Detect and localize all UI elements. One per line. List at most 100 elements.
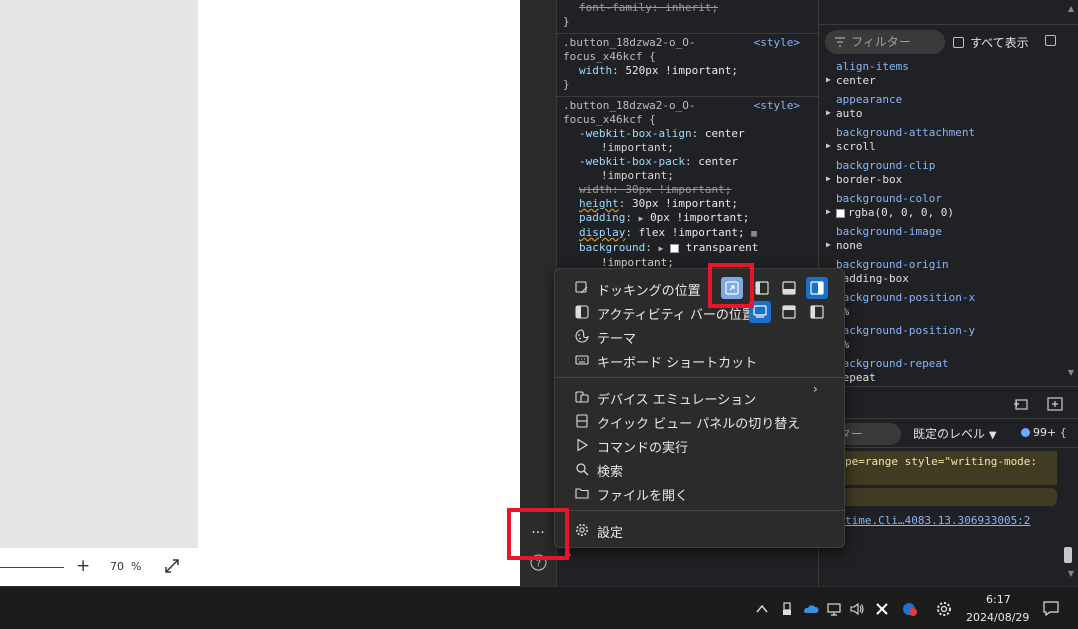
- expand-triangle-icon[interactable]: ▶: [826, 141, 831, 150]
- computed-property[interactable]: ▶background-position-y0%: [826, 324, 975, 352]
- computed-property[interactable]: ▶ align-items center: [826, 60, 909, 88]
- volume-icon[interactable]: [849, 601, 865, 617]
- new-style-rule-icon[interactable]: [1013, 396, 1029, 412]
- console-source-link[interactable]: time.Cli…4083.13.306933005:2: [845, 514, 1030, 527]
- style-declaration[interactable]: width: 520px !important;: [563, 64, 812, 78]
- network-icon[interactable]: [826, 601, 842, 617]
- decl-continuation: !important;: [601, 141, 674, 154]
- style-rule: font-family: inherit; }: [557, 0, 818, 34]
- dock-bottom-button[interactable]: [778, 277, 800, 299]
- windows-taskbar: 6:17 2024/08/29: [0, 586, 1078, 629]
- menu-item-search[interactable]: 検索: [555, 457, 844, 481]
- menu-item-label: 検索: [597, 465, 624, 480]
- console-warning-row[interactable]: [819, 488, 1057, 506]
- highlight-box-undock: [708, 263, 754, 308]
- style-declaration[interactable]: padding: ▶ 0px !important;: [563, 211, 812, 226]
- scroll-down-icon[interactable]: ▼: [1068, 569, 1074, 578]
- color-swatch-icon[interactable]: [669, 243, 679, 253]
- highlight-box-more-options: [507, 508, 569, 560]
- color-swatch-icon[interactable]: [836, 208, 845, 218]
- app-tray-icon[interactable]: [902, 601, 918, 617]
- expand-triangle-icon[interactable]: ▶: [826, 240, 831, 249]
- computed-property[interactable]: ▶background-repeatrepeat: [826, 357, 949, 385]
- menu-item-device-emulation[interactable]: デバイス エミュレーション: [555, 385, 844, 409]
- chevron-down-icon: ▼: [988, 430, 997, 441]
- computed-filter-input[interactable]: フィルター: [825, 30, 945, 54]
- style-declaration-overridden[interactable]: width: 30px !important;: [563, 183, 812, 197]
- computed-property-name: appearance: [836, 93, 903, 106]
- menu-item-quick-view[interactable]: クイック ビュー パネルの切り替え: [555, 409, 844, 433]
- zoom-in-button[interactable]: +: [76, 556, 90, 576]
- dock-left-icon: [755, 281, 769, 295]
- dock-right-icon: [810, 281, 824, 295]
- style-declaration[interactable]: height: 30px !important;: [563, 197, 812, 211]
- menu-item-open-file[interactable]: ファイルを開く: [555, 481, 844, 505]
- computed-property[interactable]: ▶ background-color rgba(0, 0, 0, 0): [826, 192, 954, 220]
- customize-devtools-menu: ドッキングの位置 アクティビティ バーの位置 テーマ › キーボード ショートカ…: [554, 268, 845, 548]
- decl-value: flex !important;: [638, 226, 745, 239]
- menu-item-activity-bar: アクティビティ バーの位置: [555, 300, 844, 324]
- decl-value: center: [698, 155, 738, 168]
- issues-badge[interactable]: 99+ {: [1021, 426, 1067, 439]
- expand-triangle-icon[interactable]: ▶: [826, 108, 831, 117]
- onedrive-icon[interactable]: [803, 601, 819, 617]
- computed-property[interactable]: ▶ background-image none: [826, 225, 942, 253]
- checkbox-icon: [953, 37, 964, 48]
- dock-bottom-icon: [782, 281, 796, 295]
- computed-property[interactable]: ▶ appearance auto: [826, 93, 903, 121]
- style-declaration[interactable]: -webkit-box-pack: center: [563, 155, 812, 169]
- computed-property[interactable]: ▶ background-attachment scroll: [826, 126, 975, 154]
- dock-right-button[interactable]: [806, 277, 828, 299]
- dock-icon: [575, 281, 588, 294]
- decl-value: 30px !important;: [632, 197, 738, 210]
- expand-triangle-icon[interactable]: ▶: [826, 75, 831, 84]
- decl-prop: -webkit-box-align: [579, 127, 692, 140]
- expand-icon[interactable]: [164, 558, 180, 574]
- menu-item-label: ドッキングの位置: [597, 284, 701, 299]
- expand-triangle-icon[interactable]: ▶: [826, 207, 831, 216]
- style-declaration[interactable]: display: flex !important; ▦: [563, 226, 812, 241]
- menu-item-theme[interactable]: テーマ ›: [555, 324, 844, 396]
- computed-sidebar-icon[interactable]: [1047, 396, 1063, 412]
- rule-source-link[interactable]: <style>: [754, 99, 800, 112]
- scroll-down-icon[interactable]: ▼: [1068, 368, 1074, 377]
- expand-triangle-icon[interactable]: ▶: [826, 174, 831, 183]
- log-level-select[interactable]: 既定のレベル ▼: [913, 425, 997, 442]
- group-checkbox[interactable]: [1045, 35, 1056, 46]
- computed-property[interactable]: ▶background-originpadding-box: [826, 258, 949, 286]
- taskbar-date[interactable]: 2024/08/29: [966, 611, 1029, 624]
- scroll-up-icon[interactable]: ▲: [1068, 4, 1074, 13]
- decl-value: transparent: [685, 241, 759, 254]
- show-all-checkbox[interactable]: すべて表示: [953, 34, 1029, 51]
- log-level-label: 既定のレベル: [913, 427, 986, 441]
- page-canvas-gray: [0, 0, 198, 586]
- console-warning-row[interactable]: pe=range style="writing-mode:: [819, 451, 1057, 485]
- close-icon[interactable]: [874, 601, 890, 617]
- style-declaration[interactable]: font-family: inherit;: [563, 1, 812, 15]
- taskbar-time[interactable]: 6:17: [986, 593, 1011, 606]
- menu-item-label: デバイス エミュレーション: [597, 393, 757, 408]
- computed-property[interactable]: ▶ background-clip border-box: [826, 159, 935, 187]
- console-scrollbar[interactable]: [1064, 547, 1072, 563]
- style-declaration[interactable]: background: ▶ transparent: [563, 241, 812, 256]
- expand-triangle-icon[interactable]: ▶: [658, 242, 663, 256]
- dock-left-button[interactable]: [751, 277, 773, 299]
- gear-icon[interactable]: [936, 601, 952, 617]
- menu-item-settings[interactable]: 設定: [555, 518, 844, 542]
- console-toolbar: [819, 387, 1078, 419]
- expand-triangle-icon[interactable]: ▶: [639, 212, 644, 226]
- computed-property[interactable]: ▶background-position-x0%: [826, 291, 975, 319]
- style-declaration[interactable]: -webkit-box-align: center: [563, 127, 812, 141]
- menu-item-keyboard-shortcuts[interactable]: キーボード ショートカット: [555, 348, 844, 372]
- menu-item-run-command[interactable]: コマンドの実行: [555, 433, 844, 457]
- zoom-level: 70 %: [110, 560, 142, 573]
- flex-editor-icon[interactable]: ▦: [751, 229, 756, 239]
- style-rule: .button_18dzwa2-o_O- focus_x46kcf { <sty…: [557, 97, 818, 274]
- activity-bar-top-button[interactable]: [778, 301, 800, 323]
- activity-bar-side-button[interactable]: [806, 301, 828, 323]
- notification-icon[interactable]: [1043, 600, 1059, 616]
- rule-source-link[interactable]: <style>: [754, 36, 800, 49]
- zoom-slider[interactable]: [0, 567, 64, 568]
- usb-icon[interactable]: [779, 601, 795, 617]
- chevron-up-icon[interactable]: [754, 601, 770, 617]
